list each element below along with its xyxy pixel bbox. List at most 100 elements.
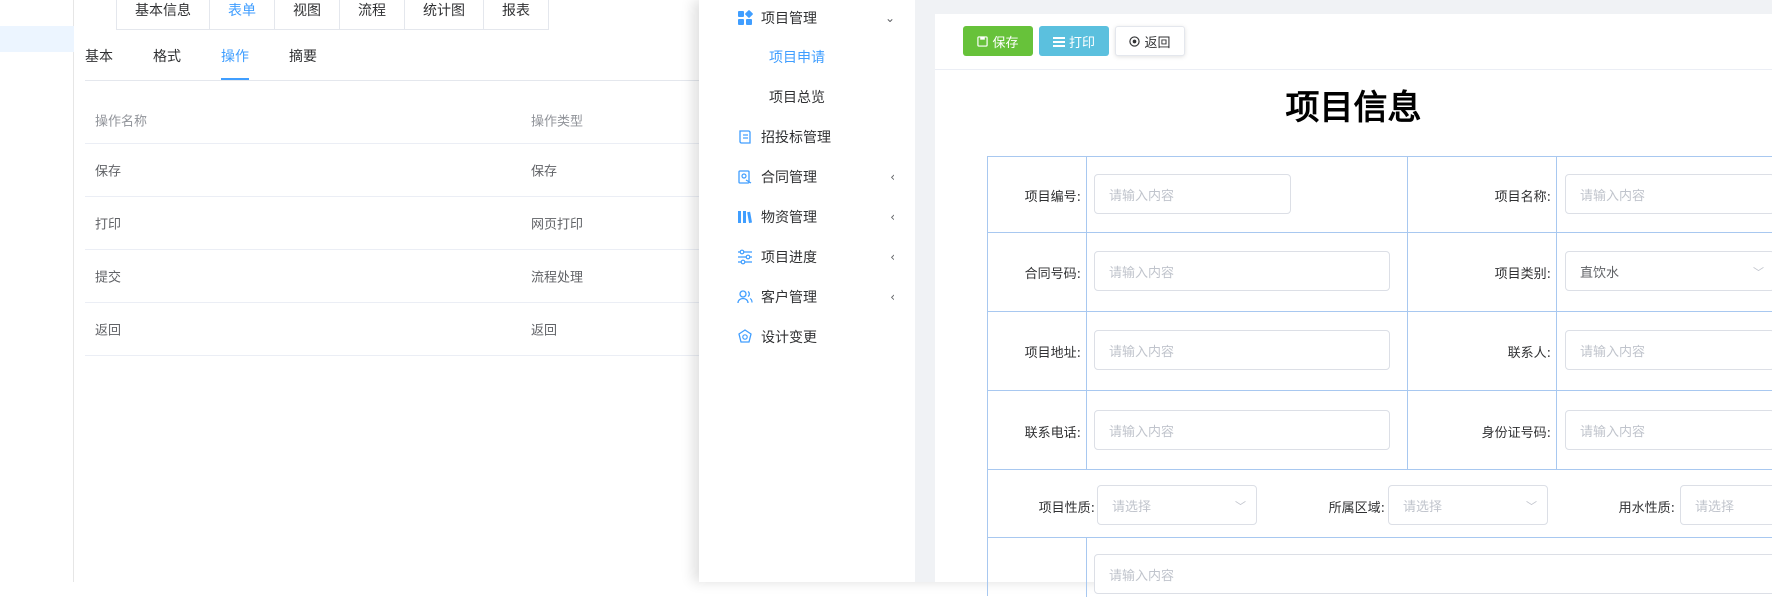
project-no-input[interactable]: 请输入内容 — [1094, 174, 1291, 214]
users-icon — [737, 290, 753, 304]
grid-line — [987, 156, 1772, 157]
tab-view[interactable]: 视图 — [274, 0, 340, 30]
label-phone: 联系电话: — [1024, 426, 1081, 441]
phone-input[interactable]: 请输入内容 — [1094, 410, 1390, 450]
address-input[interactable]: 请输入内容 — [1094, 330, 1390, 370]
label-contract-no: 合同号码: — [1024, 267, 1081, 282]
grid-line — [987, 156, 988, 596]
menu-item-design-change[interactable]: 设计变更 — [699, 322, 915, 352]
nature-select-placeholder: 请选择 — [1112, 499, 1152, 515]
chevron-left-icon: ‹ — [890, 290, 895, 304]
label-address: 项目地址: — [1024, 346, 1081, 361]
menu-item-customers[interactable]: 客户管理 ‹ — [699, 282, 915, 312]
chevron-left-icon: ‹ — [890, 170, 895, 184]
contract-no-input[interactable]: 请输入内容 — [1094, 251, 1390, 291]
table-row[interactable]: 保存 保存 — [85, 144, 699, 197]
contact-input[interactable]: 请输入内容 — [1565, 330, 1772, 370]
water-nature-select[interactable]: 请选择 — [1680, 485, 1772, 525]
designer-sub-tabs: 基本 格式 操作 摘要 — [85, 46, 357, 80]
back-button[interactable]: 返回 — [1115, 26, 1185, 56]
grid-line — [987, 469, 1772, 470]
left-nav-selected-item[interactable] — [0, 26, 74, 52]
menu-item-progress[interactable]: 项目进度 ‹ — [699, 242, 915, 272]
label-project-name: 项目名称: — [1494, 190, 1551, 205]
menu-item-label: 项目总览 — [769, 90, 825, 106]
menu-item-bidding[interactable]: 招投标管理 — [699, 122, 915, 152]
settings-icon — [738, 329, 752, 343]
print-button[interactable]: 打印 — [1039, 26, 1109, 56]
document-icon — [739, 130, 751, 144]
menu-item-label: 物资管理 — [761, 210, 817, 226]
grid-line — [1086, 156, 1087, 469]
cell-op-type: 网页打印 — [531, 217, 584, 233]
cell-op-type: 返回 — [531, 323, 558, 339]
chevron-down-icon: ﹀ — [1526, 500, 1537, 513]
grid-line — [987, 390, 1772, 391]
chevron-left-icon: ‹ — [890, 210, 895, 224]
save-button[interactable]: 保存 — [963, 26, 1033, 56]
tab-chart[interactable]: 统计图 — [404, 0, 484, 30]
back-button-label: 返回 — [1144, 35, 1171, 51]
nature-select[interactable]: 请选择 ﹀ — [1097, 485, 1257, 525]
grid-line — [987, 311, 1772, 312]
chevron-down-icon: ⌄ — [884, 11, 895, 25]
tab-report[interactable]: 报表 — [483, 0, 549, 30]
menu-item-project-management[interactable]: 项目管理 ⌄ — [699, 3, 915, 33]
remarks-input[interactable]: 请输入内容 — [1094, 554, 1772, 594]
books-icon — [738, 211, 753, 224]
label-region: 所属区域: — [1328, 501, 1385, 516]
region-select[interactable]: 请选择 ﹀ — [1388, 485, 1548, 525]
project-name-input[interactable]: 请输入内容 — [1565, 174, 1772, 214]
chevron-left-icon: ‹ — [890, 250, 895, 264]
table-row[interactable]: 打印 网页打印 — [85, 197, 699, 250]
form-preview-card: 保存 打印 返回 项目信息 项目编号: 请输入内容 项目名称: 请输入内容 合同… — [935, 14, 1772, 597]
back-circle-icon — [1129, 35, 1141, 47]
menu-item-project-apply[interactable]: 项目申请 — [699, 42, 915, 72]
subtab-summary[interactable]: 摘要 — [289, 46, 317, 80]
tab-flow[interactable]: 流程 — [339, 0, 405, 30]
grid-line — [987, 537, 1772, 538]
id-no-input[interactable]: 请输入内容 — [1565, 410, 1772, 450]
subtab-format[interactable]: 格式 — [153, 46, 181, 80]
menu-item-label: 合同管理 — [761, 170, 817, 186]
operation-table: 操作名称 操作类型 保存 保存 打印 网页打印 提交 流程处理 返回 返回 — [85, 96, 699, 356]
table-row[interactable]: 返回 返回 — [85, 303, 699, 356]
water-nature-select-placeholder: 请选择 — [1695, 499, 1735, 515]
cell-op-name: 打印 — [95, 217, 122, 233]
menu-item-project-overview[interactable]: 项目总览 — [699, 82, 915, 112]
project-type-select[interactable]: 直饮水 ﹀ — [1565, 251, 1772, 291]
grid-line — [1556, 156, 1557, 469]
tab-basic-info[interactable]: 基本信息 — [116, 0, 210, 30]
column-header-op-type: 操作类型 — [531, 114, 584, 129]
sub-tabs-divider — [85, 80, 699, 81]
print-button-label: 打印 — [1068, 35, 1095, 51]
chevron-down-icon: ﹀ — [1235, 500, 1246, 513]
table-header-row: 操作名称 操作类型 — [85, 96, 699, 144]
grid-line — [1407, 156, 1408, 469]
menu-item-contract[interactable]: 合同管理 ‹ — [699, 162, 915, 192]
grid-line — [1086, 537, 1087, 597]
list-icon — [1052, 36, 1065, 47]
cell-op-name: 保存 — [95, 164, 122, 180]
form-title: 项目信息 — [1285, 88, 1422, 128]
tab-form[interactable]: 表单 — [209, 0, 275, 30]
label-contact: 联系人: — [1507, 346, 1551, 361]
subtab-basic[interactable]: 基本 — [85, 46, 113, 80]
cell-op-name: 返回 — [95, 323, 122, 339]
contract-icon — [738, 170, 752, 184]
menu-item-label: 招投标管理 — [761, 130, 831, 146]
table-row[interactable]: 提交 流程处理 — [85, 250, 699, 303]
menu-item-label: 项目管理 — [761, 11, 817, 27]
label-id-no: 身份证号码: — [1481, 426, 1551, 441]
label-water-nature: 用水性质: — [1618, 501, 1675, 516]
sliders-icon — [738, 249, 752, 265]
cell-op-type: 保存 — [531, 164, 558, 180]
menu-item-materials[interactable]: 物资管理 ‹ — [699, 202, 915, 232]
form-designer-panel: 基本信息 表单 视图 流程 统计图 报表 基本 格式 操作 摘要 操作名称 操作… — [75, 0, 699, 582]
save-button-label: 保存 — [992, 35, 1019, 51]
menu-item-label: 项目申请 — [769, 50, 825, 66]
column-header-op-name: 操作名称 — [95, 114, 148, 129]
preview-drawer: 项目管理 ⌄ 项目申请 项目总览 招投标管理 合同管理 ‹ 物资管理 ‹ 项目进… — [699, 0, 1772, 597]
grid-icon — [738, 10, 753, 25]
subtab-operation[interactable]: 操作 — [221, 46, 249, 80]
